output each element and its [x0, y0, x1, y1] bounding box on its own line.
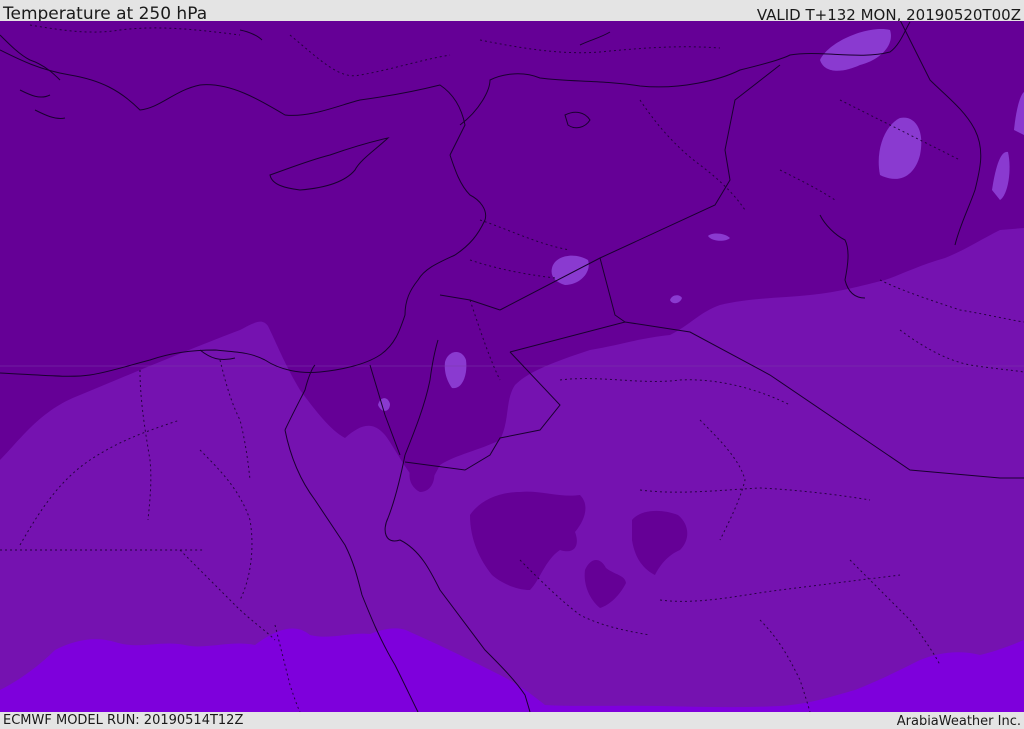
footer-bar: ECMWF MODEL RUN: 20190514T12Z ArabiaWeat…	[0, 712, 1024, 729]
credit-label: ArabiaWeather Inc.	[896, 714, 1021, 729]
header-bar: Temperature at 250 hPa VALID T+132 MON, …	[0, 0, 1024, 24]
map-area[interactable]	[0, 21, 1024, 712]
temperature-map	[0, 21, 1024, 712]
model-run-label: ECMWF MODEL RUN: 20190514T12Z	[3, 713, 244, 728]
